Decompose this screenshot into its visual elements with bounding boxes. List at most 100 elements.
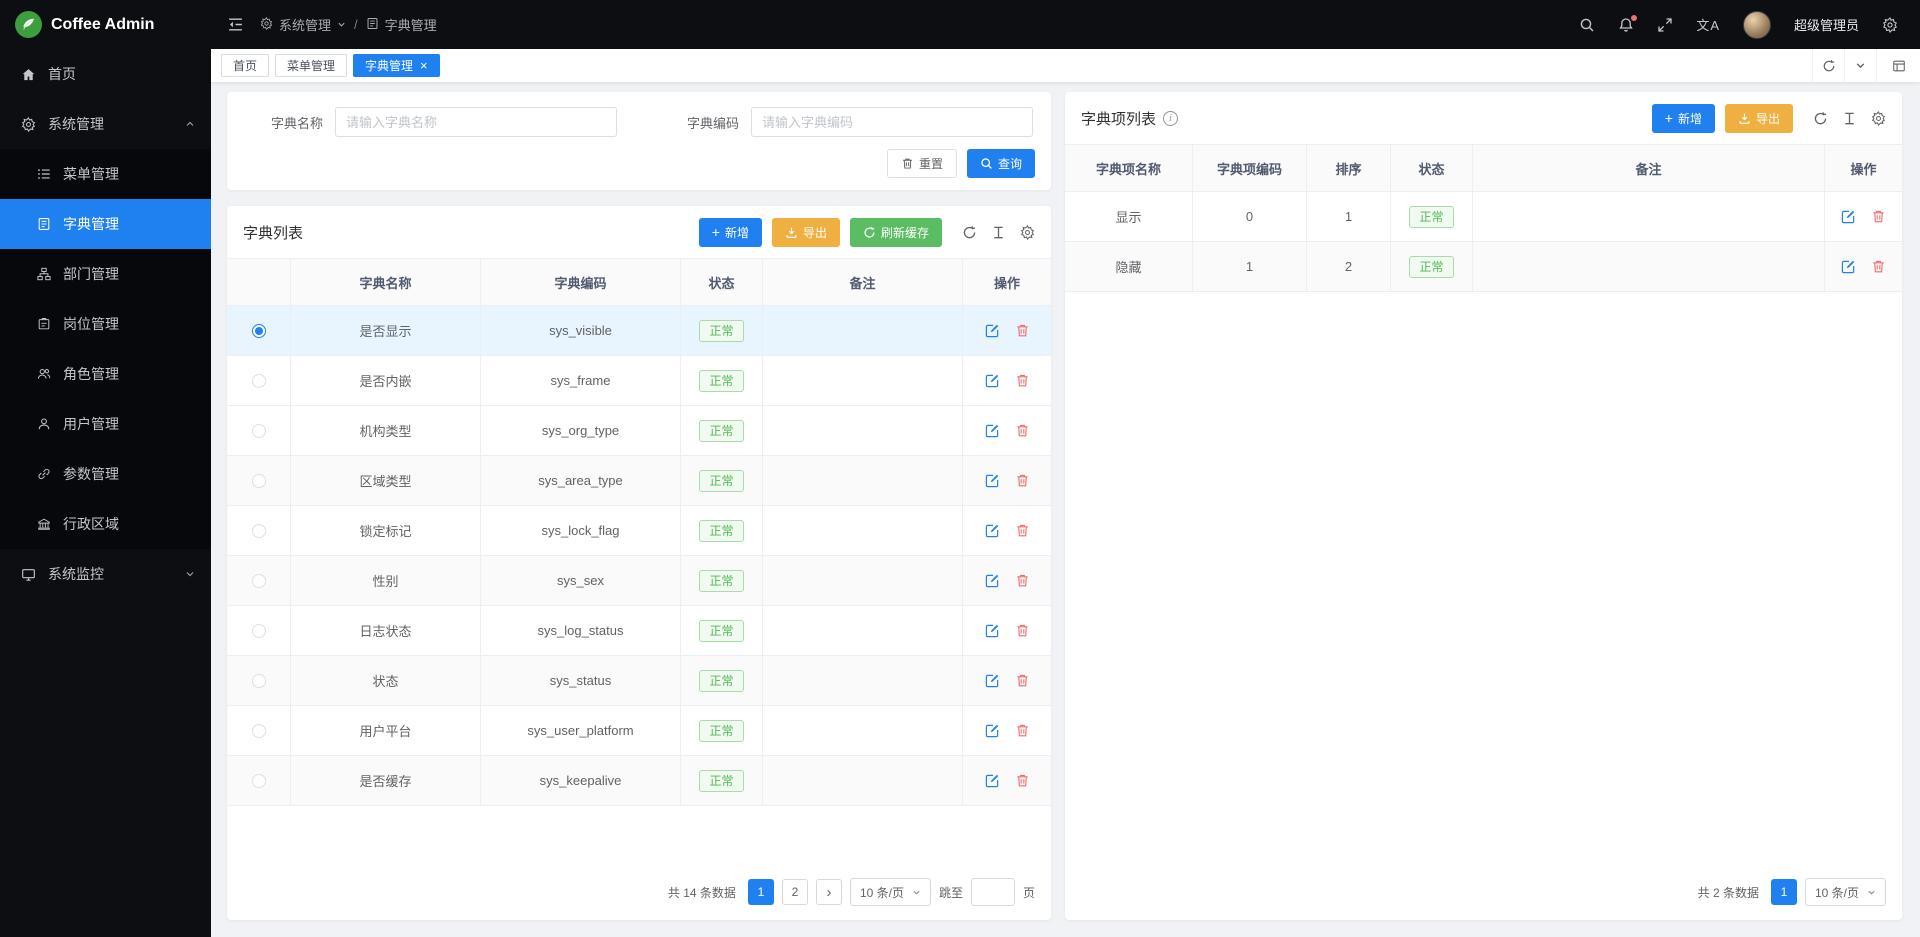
edit-icon[interactable] xyxy=(985,473,1000,488)
refresh-tab-icon[interactable] xyxy=(1812,49,1844,82)
sidebar-item-role-mgmt[interactable]: 角色管理 xyxy=(0,349,211,399)
table-row[interactable]: 是否显示 sys_visible 正常 xyxy=(227,306,1051,356)
table-row[interactable]: 是否内嵌 sys_frame 正常 xyxy=(227,356,1051,406)
table-row[interactable]: 用户平台 sys_user_platform 正常 xyxy=(227,706,1051,756)
row-radio[interactable] xyxy=(252,424,266,438)
search-icon[interactable] xyxy=(1579,17,1595,33)
table-row[interactable]: 机构类型 sys_org_type 正常 xyxy=(227,406,1051,456)
delete-icon[interactable] xyxy=(1015,673,1030,688)
sidebar-item-menu-mgmt[interactable]: 菜单管理 xyxy=(0,149,211,199)
reset-button[interactable]: 重置 xyxy=(887,149,957,178)
settings-gear-icon[interactable] xyxy=(1882,17,1898,33)
edit-icon[interactable] xyxy=(985,423,1000,438)
page-2-button[interactable]: 2 xyxy=(782,879,808,905)
add-dict-item-button[interactable]: +新增 xyxy=(1652,104,1715,133)
table-row[interactable]: 日志状态 sys_log_status 正常 xyxy=(227,606,1051,656)
page-size-select[interactable]: 10 条/页 xyxy=(850,878,931,906)
table-row[interactable]: 性别 sys_sex 正常 xyxy=(227,556,1051,606)
table-row[interactable]: 状态 sys_status 正常 xyxy=(227,656,1051,706)
dict-name-input[interactable] xyxy=(335,107,617,137)
next-page-icon[interactable]: › xyxy=(816,879,842,905)
page-1-button[interactable]: 1 xyxy=(1771,879,1797,905)
delete-icon[interactable] xyxy=(1015,473,1030,488)
delete-icon[interactable] xyxy=(1015,773,1030,788)
table-row[interactable]: 显示 0 1 正常 xyxy=(1065,192,1902,242)
tab-home[interactable]: 首页 xyxy=(221,54,269,77)
delete-icon[interactable] xyxy=(1871,209,1886,224)
delete-icon[interactable] xyxy=(1015,623,1030,638)
row-radio[interactable] xyxy=(252,374,266,388)
table-row[interactable]: 锁定标记 sys_lock_flag 正常 xyxy=(227,506,1051,556)
edit-icon[interactable] xyxy=(985,673,1000,688)
refresh-icon[interactable] xyxy=(962,225,977,240)
export-dict-button[interactable]: 导出 xyxy=(772,218,840,247)
sidebar-item-user-mgmt[interactable]: 用户管理 xyxy=(0,399,211,449)
trash-icon xyxy=(901,157,914,170)
breadcrumb-system[interactable]: 系统管理 xyxy=(260,15,346,34)
delete-icon[interactable] xyxy=(1015,373,1030,388)
delete-icon[interactable] xyxy=(1015,323,1030,338)
add-dict-button[interactable]: +新增 xyxy=(699,218,762,247)
page-size-select[interactable]: 10 条/页 xyxy=(1805,878,1886,906)
table-settings-gear-icon[interactable] xyxy=(1020,225,1035,240)
edit-icon[interactable] xyxy=(985,723,1000,738)
edit-icon[interactable] xyxy=(985,573,1000,588)
edit-icon[interactable] xyxy=(1841,209,1856,224)
translate-icon[interactable]: 文A xyxy=(1696,15,1720,34)
sidebar-item-dict-mgmt[interactable]: 字典管理 xyxy=(0,199,211,249)
tab-options-chevron-icon[interactable] xyxy=(1844,49,1876,82)
tab-dict-mgmt[interactable]: 字典管理× xyxy=(353,54,440,77)
edit-icon[interactable] xyxy=(1841,259,1856,274)
edit-icon[interactable] xyxy=(985,373,1000,388)
page-1-button[interactable]: 1 xyxy=(748,879,774,905)
sidebar-item-post-mgmt[interactable]: 岗位管理 xyxy=(0,299,211,349)
delete-icon[interactable] xyxy=(1015,723,1030,738)
item-name-cell: 显示 xyxy=(1065,192,1193,242)
table-settings-gear-icon[interactable] xyxy=(1871,111,1886,126)
fullscreen-icon[interactable] xyxy=(1657,17,1673,33)
delete-icon[interactable] xyxy=(1871,259,1886,274)
close-icon[interactable]: × xyxy=(420,59,428,72)
table-row[interactable]: 隐藏 1 2 正常 xyxy=(1065,242,1902,292)
export-dict-item-button[interactable]: 导出 xyxy=(1725,104,1793,133)
edit-icon[interactable] xyxy=(985,523,1000,538)
edit-icon[interactable] xyxy=(985,773,1000,788)
row-radio[interactable] xyxy=(252,624,266,638)
sidebar-item-monitor[interactable]: 系统监控 xyxy=(0,549,211,599)
row-radio[interactable] xyxy=(252,674,266,688)
column-settings-icon[interactable] xyxy=(991,225,1006,240)
row-radio[interactable] xyxy=(252,524,266,538)
info-icon[interactable]: i xyxy=(1163,111,1178,126)
tab-menu-mgmt[interactable]: 菜单管理 xyxy=(275,54,347,77)
delete-icon[interactable] xyxy=(1015,573,1030,588)
sidebar-item-home[interactable]: 首页 xyxy=(0,49,211,99)
row-radio[interactable] xyxy=(252,724,266,738)
sidebar-item-dept-mgmt[interactable]: 部门管理 xyxy=(0,249,211,299)
jump-page-input[interactable] xyxy=(971,878,1015,906)
dict-code-input[interactable] xyxy=(751,107,1033,137)
layout-toggle-icon[interactable] xyxy=(1876,49,1920,82)
refresh-icon[interactable] xyxy=(1813,111,1828,126)
username[interactable]: 超级管理员 xyxy=(1794,15,1859,34)
row-radio[interactable] xyxy=(252,324,266,338)
avatar[interactable] xyxy=(1743,11,1771,39)
table-row[interactable]: 是否缓存 sys_keepalive 正常 xyxy=(227,756,1051,806)
row-radio[interactable] xyxy=(252,574,266,588)
remark-cell xyxy=(763,606,963,656)
delete-icon[interactable] xyxy=(1015,523,1030,538)
sidebar-item-region-mgmt[interactable]: 行政区域 xyxy=(0,499,211,549)
sidebar-fold-icon[interactable] xyxy=(227,16,244,33)
table-row[interactable]: 区域类型 sys_area_type 正常 xyxy=(227,456,1051,506)
sidebar-item-param-mgmt[interactable]: 参数管理 xyxy=(0,449,211,499)
notification-bell-icon[interactable] xyxy=(1618,17,1634,33)
edit-icon[interactable] xyxy=(985,323,1000,338)
refresh-cache-button[interactable]: 刷新缓存 xyxy=(850,218,942,247)
query-button[interactable]: 查询 xyxy=(967,149,1035,178)
delete-icon[interactable] xyxy=(1015,423,1030,438)
row-radio[interactable] xyxy=(252,474,266,488)
query-label: 查询 xyxy=(998,155,1022,172)
sidebar-item-system[interactable]: 系统管理 xyxy=(0,99,211,149)
column-settings-icon[interactable] xyxy=(1842,111,1857,126)
row-radio[interactable] xyxy=(252,774,266,788)
edit-icon[interactable] xyxy=(985,623,1000,638)
